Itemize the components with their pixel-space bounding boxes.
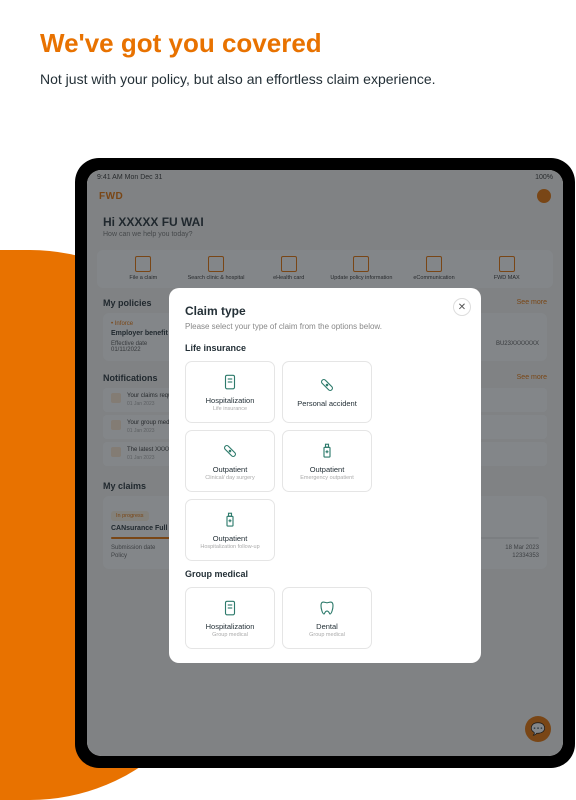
tile-title: Outpatient	[213, 534, 248, 543]
close-icon: ✕	[458, 302, 466, 313]
bottle-icon	[318, 442, 336, 460]
claim-type-tile[interactable]: Personal accident	[282, 361, 372, 423]
hero-subtitle: Not just with your policy, but also an e…	[40, 69, 536, 90]
tile-subtitle: Group medical	[309, 632, 345, 638]
tile-title: Hospitalization	[206, 622, 255, 631]
claim-type-tile[interactable]: Outpatient Hospitalization follow-up	[185, 499, 275, 561]
app-screen: 9:41 AM Mon Dec 31 100% FWD Hi XXXXX FU …	[87, 170, 563, 756]
hero-section: We've got you covered Not just with your…	[0, 0, 576, 110]
hero-title: We've got you covered	[40, 28, 536, 59]
tile-subtitle: Emergency outpatient	[300, 475, 354, 481]
tile-subtitle: Group medical	[212, 632, 248, 638]
claim-type-tile[interactable]: Hospitalization Group medical	[185, 587, 275, 649]
doc-icon	[221, 599, 239, 617]
modal-title: Claim type	[185, 304, 465, 318]
doc-icon	[221, 373, 239, 391]
claim-group-label: Life insurance	[185, 343, 465, 353]
bandage-icon	[221, 442, 239, 460]
claim-type-tile[interactable]: Outpatient Clinical/ day surgery	[185, 430, 275, 492]
tile-title: Personal accident	[297, 399, 357, 408]
bandage-icon	[318, 376, 336, 394]
claim-type-tile[interactable]: Outpatient Emergency outpatient	[282, 430, 372, 492]
claim-type-tile[interactable]: Dental Group medical	[282, 587, 372, 649]
tile-subtitle: Life insurance	[213, 406, 247, 412]
tile-title: Hospitalization	[206, 396, 255, 405]
tile-title: Outpatient	[310, 465, 345, 474]
claim-group-label: Group medical	[185, 569, 465, 579]
close-button[interactable]: ✕	[453, 298, 471, 316]
tile-title: Outpatient	[213, 465, 248, 474]
tile-subtitle: Clinical/ day surgery	[205, 475, 255, 481]
claim-tiles-group: Hospitalization Group medical Dental Gro…	[185, 587, 465, 649]
tile-subtitle: Hospitalization follow-up	[200, 544, 259, 550]
tooth-icon	[318, 599, 336, 617]
bottle-icon	[221, 511, 239, 529]
claim-type-modal: ✕ Claim type Please select your type of …	[169, 288, 481, 663]
tablet-frame: 9:41 AM Mon Dec 31 100% FWD Hi XXXXX FU …	[75, 158, 575, 768]
claim-type-tile[interactable]: Hospitalization Life insurance	[185, 361, 275, 423]
modal-subtitle: Please select your type of claim from th…	[185, 322, 465, 331]
tile-title: Dental	[316, 622, 338, 631]
claim-tiles-group: Hospitalization Life insurance Personal …	[185, 361, 465, 561]
